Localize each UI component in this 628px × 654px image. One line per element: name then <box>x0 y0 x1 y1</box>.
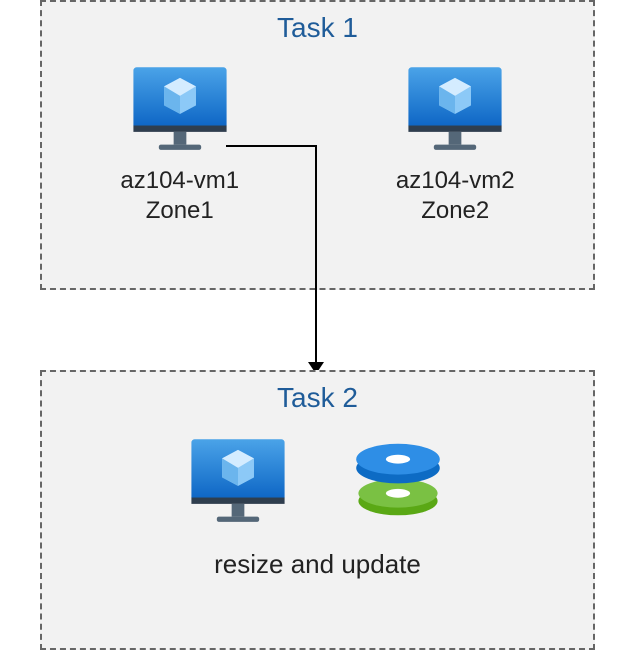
vm2-name: az104-vm2 <box>396 167 515 194</box>
arrow-vertical <box>315 145 317 367</box>
task2-title: Task 2 <box>42 382 593 414</box>
task1-box: Task 1 az104-vm1 Zone1 az104-vm2 Zone2 <box>40 0 595 290</box>
vm-icon <box>125 62 235 152</box>
task1-vm-row: az104-vm1 Zone1 az104-vm2 Zone2 <box>42 62 593 226</box>
task1-title: Task 1 <box>42 12 593 44</box>
vm1-item: az104-vm1 Zone1 <box>120 62 239 226</box>
task2-box: Task 2 resize and update <box>40 370 595 650</box>
vm2-zone: Zone2 <box>421 197 489 224</box>
vm1-label: az104-vm1 Zone1 <box>120 166 239 226</box>
task2-icon-row <box>42 434 593 524</box>
vm-icon <box>183 434 293 524</box>
vm2-label: az104-vm2 Zone2 <box>396 166 515 226</box>
task2-action-label: resize and update <box>42 549 593 580</box>
vm2-item: az104-vm2 Zone2 <box>396 62 515 226</box>
arrow-horizontal <box>226 145 316 147</box>
vm1-name: az104-vm1 <box>120 167 239 194</box>
vm-icon <box>400 62 510 152</box>
disk-icon <box>343 434 453 524</box>
vm1-zone: Zone1 <box>146 197 214 224</box>
